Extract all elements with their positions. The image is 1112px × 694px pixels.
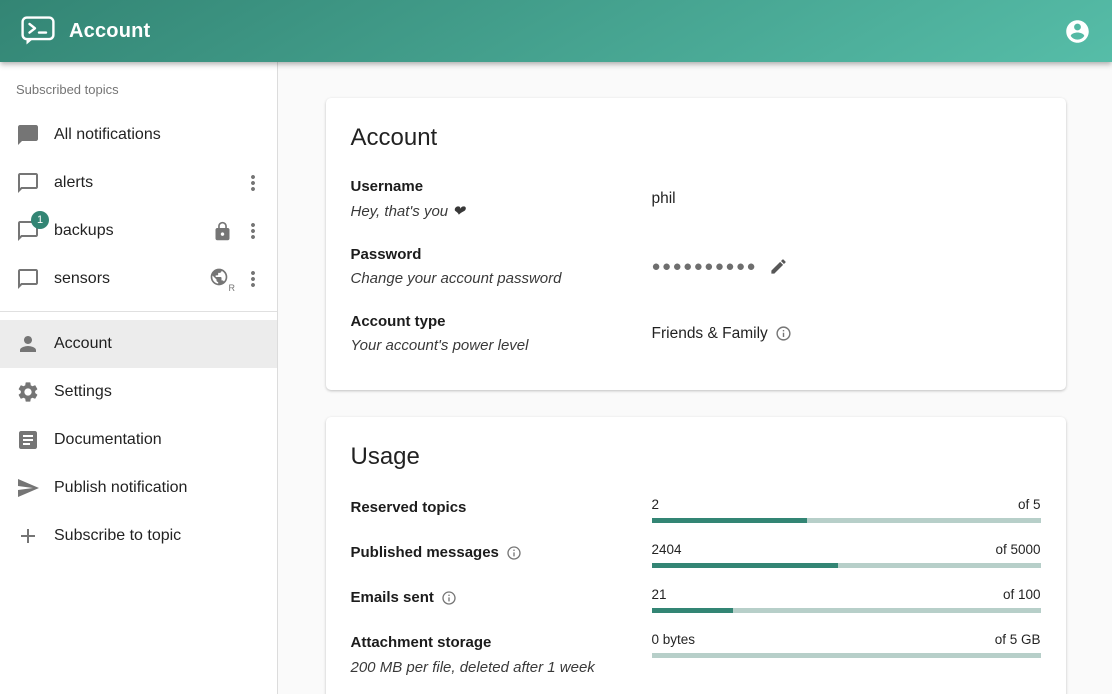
usage-limit: of 100	[1003, 587, 1041, 602]
send-icon	[16, 476, 40, 500]
pencil-edit-icon[interactable]	[769, 257, 788, 276]
published-messages-row: Published messages 2404 of 5000	[351, 542, 1041, 568]
usage-value: 2	[652, 497, 660, 512]
usage-value: 0 bytes	[652, 632, 696, 647]
sidebar-item-subscribe-to-topic[interactable]: Subscribe to topic	[0, 512, 277, 560]
person-icon	[16, 332, 40, 356]
usage-value: 21	[652, 587, 667, 602]
globe-reserved-icon: R	[209, 267, 233, 291]
sidebar-item-label: alerts	[54, 174, 241, 192]
kebab-menu-icon[interactable]	[241, 171, 265, 195]
subscribed-topics-heading: Subscribed topics	[0, 70, 277, 111]
usage-card-title: Usage	[351, 443, 1041, 471]
chat-bubble-outline-icon	[16, 171, 40, 195]
account-circle-icon[interactable]	[1064, 18, 1091, 45]
sidebar-item-topic-backups[interactable]: 1 backups	[0, 207, 277, 255]
username-value: phil	[652, 190, 676, 208]
progress-bar	[652, 653, 1041, 658]
sidebar-item-label: backups	[54, 222, 212, 240]
sidebar-divider	[0, 311, 277, 312]
account-card-title: Account	[351, 124, 1041, 152]
progress-bar	[652, 518, 1041, 523]
reserved-subscript: R	[229, 283, 236, 293]
chat-bubble-outline-icon: 1	[16, 219, 40, 243]
password-masked-value: ●●●●●●●●●●	[652, 258, 758, 275]
chat-bubble-filled-icon	[16, 123, 40, 147]
sidebar-item-label: sensors	[54, 270, 209, 288]
chat-bubble-outline-icon	[16, 267, 40, 291]
article-icon	[16, 428, 40, 452]
sidebar-item-topic-sensors[interactable]: sensors R	[0, 255, 277, 303]
sidebar: Subscribed topics All notifications aler…	[0, 62, 278, 694]
info-icon[interactable]	[441, 590, 457, 606]
emails-sent-label: Emails sent	[351, 589, 434, 606]
lock-icon	[212, 221, 233, 242]
usage-limit: of 5 GB	[995, 632, 1041, 647]
info-icon[interactable]	[775, 325, 792, 342]
account-type-label: Account type	[351, 313, 652, 330]
progress-bar	[652, 608, 1041, 613]
sidebar-item-all-notifications[interactable]: All notifications	[0, 111, 277, 159]
usage-limit: of 5	[1018, 497, 1041, 512]
sidebar-item-topic-alerts[interactable]: alerts	[0, 159, 277, 207]
usage-card: Usage Reserved topics 2 of 5 Published m…	[326, 417, 1066, 694]
attachment-storage-label: Attachment storage	[351, 634, 652, 651]
sidebar-item-label: Subscribe to topic	[54, 527, 265, 545]
account-type-value: Friends & Family	[652, 325, 768, 343]
progress-bar	[652, 563, 1041, 568]
attachment-storage-subtitle: 200 MB per file, deleted after 1 week	[351, 659, 652, 676]
account-type-row: Account type Your account's power level …	[351, 313, 1041, 354]
info-icon[interactable]	[506, 545, 522, 561]
kebab-menu-icon[interactable]	[241, 219, 265, 243]
password-subtitle: Change your account password	[351, 270, 652, 287]
username-row: Username Hey, that's you ❤ phil	[351, 178, 1041, 220]
sidebar-item-label: All notifications	[54, 126, 265, 144]
gear-icon	[16, 380, 40, 404]
account-type-subtitle: Your account's power level	[351, 337, 652, 354]
sidebar-item-settings[interactable]: Settings	[0, 368, 277, 416]
ntfy-logo-icon	[21, 16, 55, 46]
sidebar-item-account[interactable]: Account	[0, 320, 277, 368]
sidebar-item-documentation[interactable]: Documentation	[0, 416, 277, 464]
emails-sent-row: Emails sent 21 of 100	[351, 587, 1041, 613]
password-label: Password	[351, 246, 652, 263]
usage-limit: of 5000	[995, 542, 1040, 557]
sidebar-item-publish-notification[interactable]: Publish notification	[0, 464, 277, 512]
sidebar-item-label: Account	[54, 335, 265, 353]
page-title: Account	[69, 20, 150, 43]
plus-icon	[16, 524, 40, 548]
app-header: Account	[0, 0, 1112, 62]
reserved-topics-label: Reserved topics	[351, 499, 652, 516]
published-messages-label: Published messages	[351, 544, 499, 561]
account-card: Account Username Hey, that's you ❤ phil …	[326, 98, 1066, 390]
password-row: Password Change your account password ●●…	[351, 246, 1041, 287]
unread-count-badge: 1	[31, 211, 49, 229]
username-subtitle: Hey, that's you ❤	[351, 202, 652, 220]
main-content: Account Username Hey, that's you ❤ phil …	[279, 62, 1112, 694]
sidebar-item-label: Publish notification	[54, 479, 265, 497]
reserved-topics-row: Reserved topics 2 of 5	[351, 497, 1041, 523]
sidebar-item-label: Documentation	[54, 431, 265, 449]
usage-value: 2404	[652, 542, 682, 557]
kebab-menu-icon[interactable]	[241, 267, 265, 291]
sidebar-item-label: Settings	[54, 383, 265, 401]
username-label: Username	[351, 178, 652, 195]
attachment-storage-row: Attachment storage 200 MB per file, dele…	[351, 632, 1041, 676]
